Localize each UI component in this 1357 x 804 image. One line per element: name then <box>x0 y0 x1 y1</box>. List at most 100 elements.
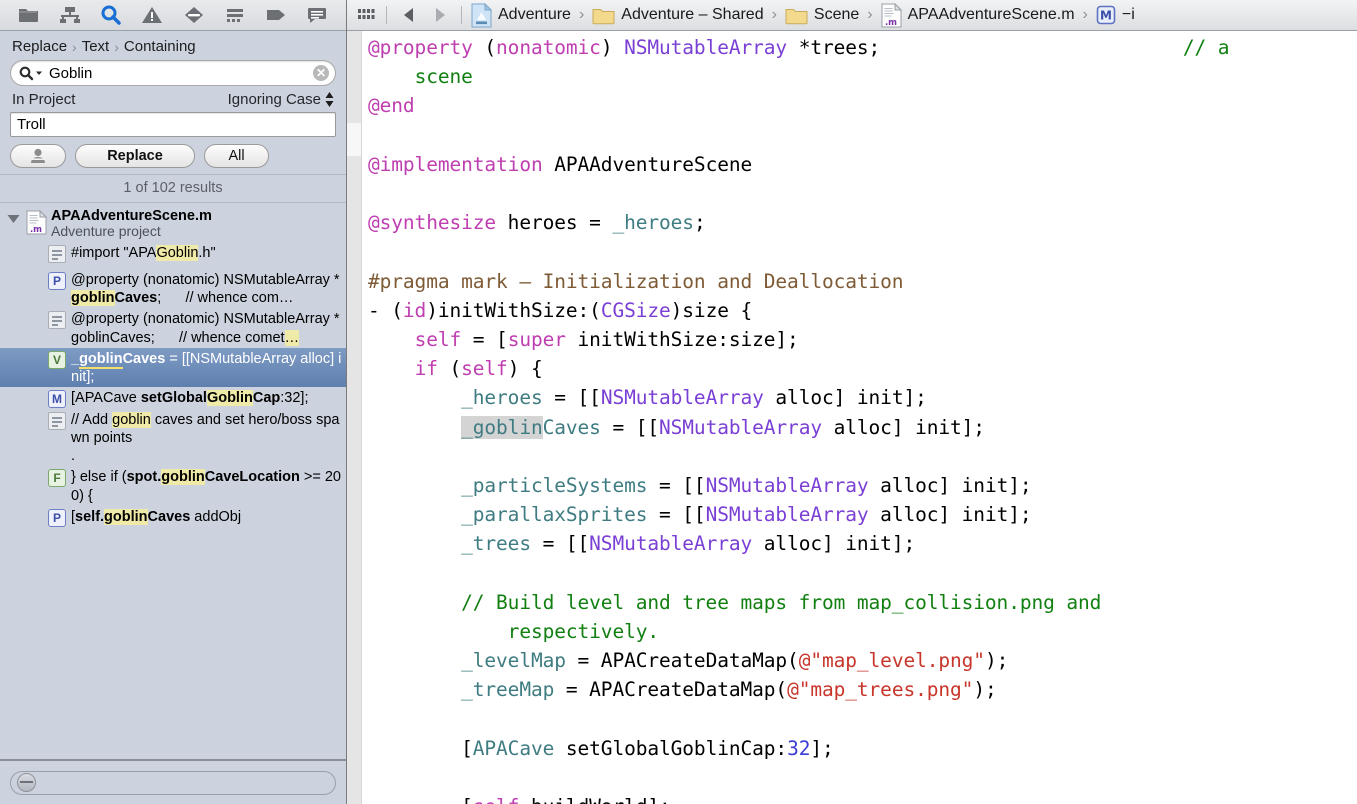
svg-text:.m: .m <box>885 18 897 28</box>
find-scope-label[interactable]: In Project <box>12 91 75 108</box>
result-row-text: #import "APAGoblin.h" <box>71 245 216 261</box>
chevron-right-icon: › <box>72 38 77 55</box>
search-icon[interactable] <box>19 66 43 81</box>
chevron-right-icon: › <box>1082 6 1088 23</box>
comment-result-icon <box>48 412 66 430</box>
find-mode[interactable]: Replace <box>12 38 67 55</box>
test-navigator-icon[interactable] <box>179 3 209 27</box>
svg-text:M: M <box>1100 9 1112 23</box>
chevron-right-icon: › <box>867 6 873 23</box>
comment-result-icon <box>48 311 66 330</box>
result-row-text: @property (nonatomic) NSMutableArray *go… <box>71 272 340 307</box>
find-results-list[interactable]: .m APAAdventureScene.m Adventure project… <box>0 203 346 760</box>
find-options-panel: Replace › Text › Containing ✕ In Project… <box>0 31 346 175</box>
replace-preview-button[interactable] <box>10 144 66 168</box>
project-navigator-icon[interactable] <box>14 3 44 27</box>
navigator-toolbar <box>0 0 346 31</box>
find-scope-breadcrumb: Replace › Text › Containing <box>10 35 336 60</box>
result-file-name: APAAdventureScene.m <box>51 208 212 224</box>
breadcrumb-label: APAAdventureScene.m <box>907 6 1075 23</box>
breadcrumb-item-file[interactable]: .m APAAdventureScene.m <box>879 2 1077 28</box>
related-items-icon[interactable] <box>353 8 379 22</box>
find-search-field[interactable]: ✕ <box>10 60 336 86</box>
breadcrumb-item-symbol[interactable]: M −i <box>1094 5 1137 25</box>
stepper-icon[interactable] <box>325 92 334 107</box>
method-badge-icon: M <box>1096 5 1116 25</box>
property-result-icon: P <box>48 508 66 527</box>
comment-result-icon <box>48 245 66 263</box>
folder-icon <box>785 8 808 24</box>
jump-bar-divider <box>461 6 462 24</box>
find-case-label: Ignoring Case <box>227 91 321 108</box>
symbol-navigator-icon[interactable] <box>55 3 85 27</box>
result-row-text: } else if (spot.goblinCaveLocation >= 20… <box>71 469 341 504</box>
breadcrumb-item-folder-shared[interactable]: Adventure – Shared <box>590 6 765 25</box>
result-row[interactable]: P @property (nonatomic) NSMutableArray *g… <box>0 269 346 308</box>
breakpoint-navigator-icon[interactable] <box>261 3 291 27</box>
jump-bar-divider <box>386 6 387 24</box>
result-row[interactable]: // Add goblin caves and set hero/boss sp… <box>0 409 346 466</box>
result-row-text: // Add goblin caves and set hero/boss sp… <box>71 412 340 465</box>
breadcrumb-label: Scene <box>813 6 860 23</box>
xcode-window: Replace › Text › Containing ✕ In Project… <box>0 0 1357 804</box>
disclosure-triangle-icon[interactable] <box>4 207 22 224</box>
result-row[interactable]: #import "APAGoblin.h" <box>0 242 346 269</box>
chevron-right-icon: › <box>114 38 119 55</box>
chevron-right-icon: › <box>578 6 585 23</box>
result-row-text: [self.goblinCaves addObj <box>71 508 242 525</box>
variable-result-icon: V <box>48 350 66 369</box>
jump-bar: Adventure › Adventure – Shared › Scene › <box>347 0 1357 31</box>
result-row-text: _goblinCaves = [[NSMutableArray alloc] i… <box>71 350 342 385</box>
project-file-icon <box>471 2 492 27</box>
breadcrumb-label: −i <box>1121 6 1135 23</box>
find-match-style[interactable]: Containing <box>124 38 196 55</box>
replace-input[interactable] <box>10 112 336 137</box>
report-navigator-icon[interactable] <box>302 3 332 27</box>
find-kind[interactable]: Text <box>82 38 110 55</box>
navigate-forward-button[interactable] <box>424 7 454 23</box>
result-file-group[interactable]: .m APAAdventureScene.m Adventure project <box>0 203 346 242</box>
code-text[interactable]: @property (nonatomic) NSMutableArray *tr… <box>362 31 1357 804</box>
source-editor[interactable]: @property (nonatomic) NSMutableArray *tr… <box>347 31 1357 804</box>
property-result-icon: P <box>48 272 66 291</box>
replace-button[interactable]: Replace <box>75 144 195 168</box>
result-row[interactable]: F } else if (spot.goblinCaveLocation >= 2… <box>0 466 346 505</box>
filter-icon[interactable] <box>17 773 36 792</box>
editor-area: Adventure › Adventure – Shared › Scene › <box>347 0 1357 804</box>
results-count-label: 1 of 102 results <box>0 175 346 203</box>
navigator-filter-bar <box>0 760 346 804</box>
preview-icon <box>30 148 46 163</box>
breadcrumb-label: Adventure – Shared <box>621 6 764 23</box>
clear-search-icon[interactable]: ✕ <box>313 65 329 81</box>
result-file-subtitle: Adventure project <box>51 223 161 240</box>
chevron-right-icon: › <box>771 6 777 23</box>
find-navigator-icon[interactable] <box>96 3 126 27</box>
folder-icon <box>592 8 615 24</box>
method-result-icon: M <box>48 389 66 408</box>
search-input[interactable] <box>43 64 313 82</box>
function-result-icon: F <box>48 469 66 488</box>
filter-input[interactable] <box>36 773 329 792</box>
breadcrumb-item-folder-scene[interactable]: Scene <box>783 6 861 25</box>
result-row[interactable]: M [APACave setGlobalGoblinCap:32]; <box>0 387 346 409</box>
issue-navigator-icon[interactable] <box>137 3 167 27</box>
gutter-marker <box>347 31 361 123</box>
gutter-marker <box>347 156 361 804</box>
debug-navigator-icon[interactable] <box>220 3 250 27</box>
objc-m-file-icon: .m <box>881 2 902 28</box>
replace-all-button[interactable]: All <box>204 144 269 168</box>
navigator-pane: Replace › Text › Containing ✕ In Project… <box>0 0 347 804</box>
find-options-row: In Project Ignoring Case <box>10 86 336 112</box>
svg-text:.m: .m <box>30 225 42 235</box>
breadcrumb-item-project[interactable]: Adventure <box>469 2 573 28</box>
editor-change-gutter[interactable] <box>347 31 362 804</box>
result-row[interactable]: P [self.goblinCaves addObj <box>0 506 346 528</box>
navigate-back-button[interactable] <box>394 7 424 23</box>
result-row[interactable]: V _goblinCaves = [[NSMutableArray alloc] … <box>0 347 346 387</box>
result-row-text: [APACave setGlobalGoblinCap:32]; <box>71 389 309 406</box>
replace-buttons-row: Replace All <box>10 137 336 168</box>
result-row[interactable]: @property (nonatomic) NSMutableArray *go… <box>0 308 346 347</box>
chevron-down-icon <box>36 71 42 75</box>
filter-field[interactable] <box>10 770 336 795</box>
find-case-option[interactable]: Ignoring Case <box>228 91 334 108</box>
